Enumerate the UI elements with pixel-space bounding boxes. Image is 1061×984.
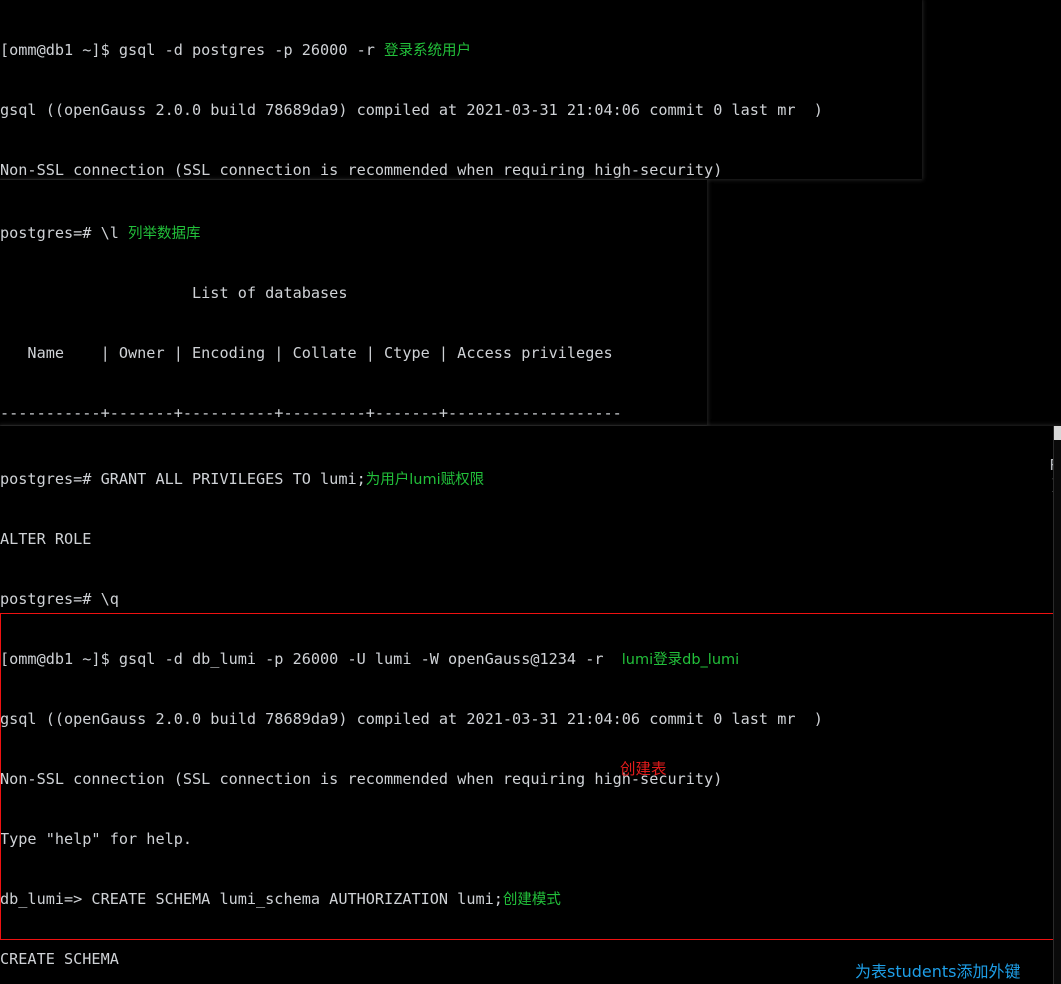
terminal-line: postgres=# \l 列举数据库 <box>0 223 631 243</box>
terminal-line: [omm@db1 ~]$ gsql -d db_lumi -p 26000 -U… <box>0 649 964 669</box>
terminal-line: CREATE SCHEMA <box>0 949 964 969</box>
line-text: gsql ((openGauss 2.0.0 build 78689da9) c… <box>0 101 823 119</box>
terminal-line: Type "help" for help. <box>0 829 964 849</box>
table-divider: -----------+-------+----------+---------… <box>0 403 631 423</box>
line-text: List of databases <box>0 284 348 302</box>
table-header: Name | Owner | Encoding | Collate | Ctyp… <box>0 343 631 363</box>
line-text: db_lumi=> CREATE SCHEMA lumi_schema AUTH… <box>0 890 503 908</box>
annotation-lumi-login: lumi登录db_lumi <box>621 652 740 668</box>
line-text: Non-SSL connection (SSL connection is re… <box>0 161 723 179</box>
line-text: Type "help" for help. <box>0 830 193 848</box>
terminal-screenshot: [omm@db1 ~]$ gsql -d postgres -p 26000 -… <box>0 0 1061 984</box>
line-text: postgres=# \l <box>0 224 129 242</box>
line-text: [omm@db1 ~]$ gsql -d db_lumi -p 26000 -U… <box>0 650 622 668</box>
annotation-list-databases: 列举数据库 <box>128 226 201 242</box>
line-text: [omm@db1 ~]$ gsql -d postgres -p 26000 -… <box>0 41 385 59</box>
terminal-window-db-lumi[interactable]: postgres=# GRANT ALL PRIVILEGES TO lumi;… <box>0 426 1061 984</box>
line-text: Name | Owner | Encoding | Collate | Ctyp… <box>0 344 613 362</box>
terminal-window-list-databases[interactable]: postgres=# \l 列举数据库 List of databases Na… <box>0 180 707 425</box>
terminal-line: Non-SSL connection (SSL connection is re… <box>0 160 823 179</box>
terminal-line: [omm@db1 ~]$ gsql -d postgres -p 26000 -… <box>0 40 823 60</box>
terminal-line: gsql ((openGauss 2.0.0 build 78689da9) c… <box>0 100 823 120</box>
annotation-create-schema: 创建模式 <box>502 892 561 908</box>
line-text: postgres=# GRANT ALL PRIVILEGES TO lumi; <box>0 470 366 488</box>
scrollbar-vertical[interactable] <box>1053 426 1061 984</box>
line-text: gsql ((openGauss 2.0.0 build 78689da9) c… <box>0 710 823 728</box>
table-title: List of databases <box>0 283 631 303</box>
terminal-window-postgres[interactable]: [omm@db1 ~]$ gsql -d postgres -p 26000 -… <box>0 0 922 179</box>
terminal-line: ALTER ROLE <box>0 529 964 549</box>
line-text: CREATE SCHEMA <box>0 950 119 968</box>
line-text: -----------+-------+----------+---------… <box>0 404 622 422</box>
annotation-create-tables: 创建表 <box>620 760 667 778</box>
terminal-line: gsql ((openGauss 2.0.0 build 78689da9) c… <box>0 709 964 729</box>
annotation-grant-privileges: 为用户lumi赋权限 <box>365 472 485 488</box>
annotation-login-system-user: 登录系统用户 <box>384 43 472 59</box>
annotation-add-foreign-key: 为表students添加外键 <box>855 962 1021 981</box>
terminal-line: db_lumi=> CREATE SCHEMA lumi_schema AUTH… <box>0 889 964 909</box>
terminal-line: Non-SSL connection (SSL connection is re… <box>0 769 964 789</box>
line-text: postgres=# \q <box>0 590 119 608</box>
terminal-line: postgres=# GRANT ALL PRIVILEGES TO lumi;… <box>0 469 964 489</box>
scrollbar-thumb[interactable] <box>1054 426 1061 440</box>
terminal-line: postgres=# \q <box>0 589 964 609</box>
line-text: ALTER ROLE <box>0 530 92 548</box>
line-text: Non-SSL connection (SSL connection is re… <box>0 770 723 788</box>
